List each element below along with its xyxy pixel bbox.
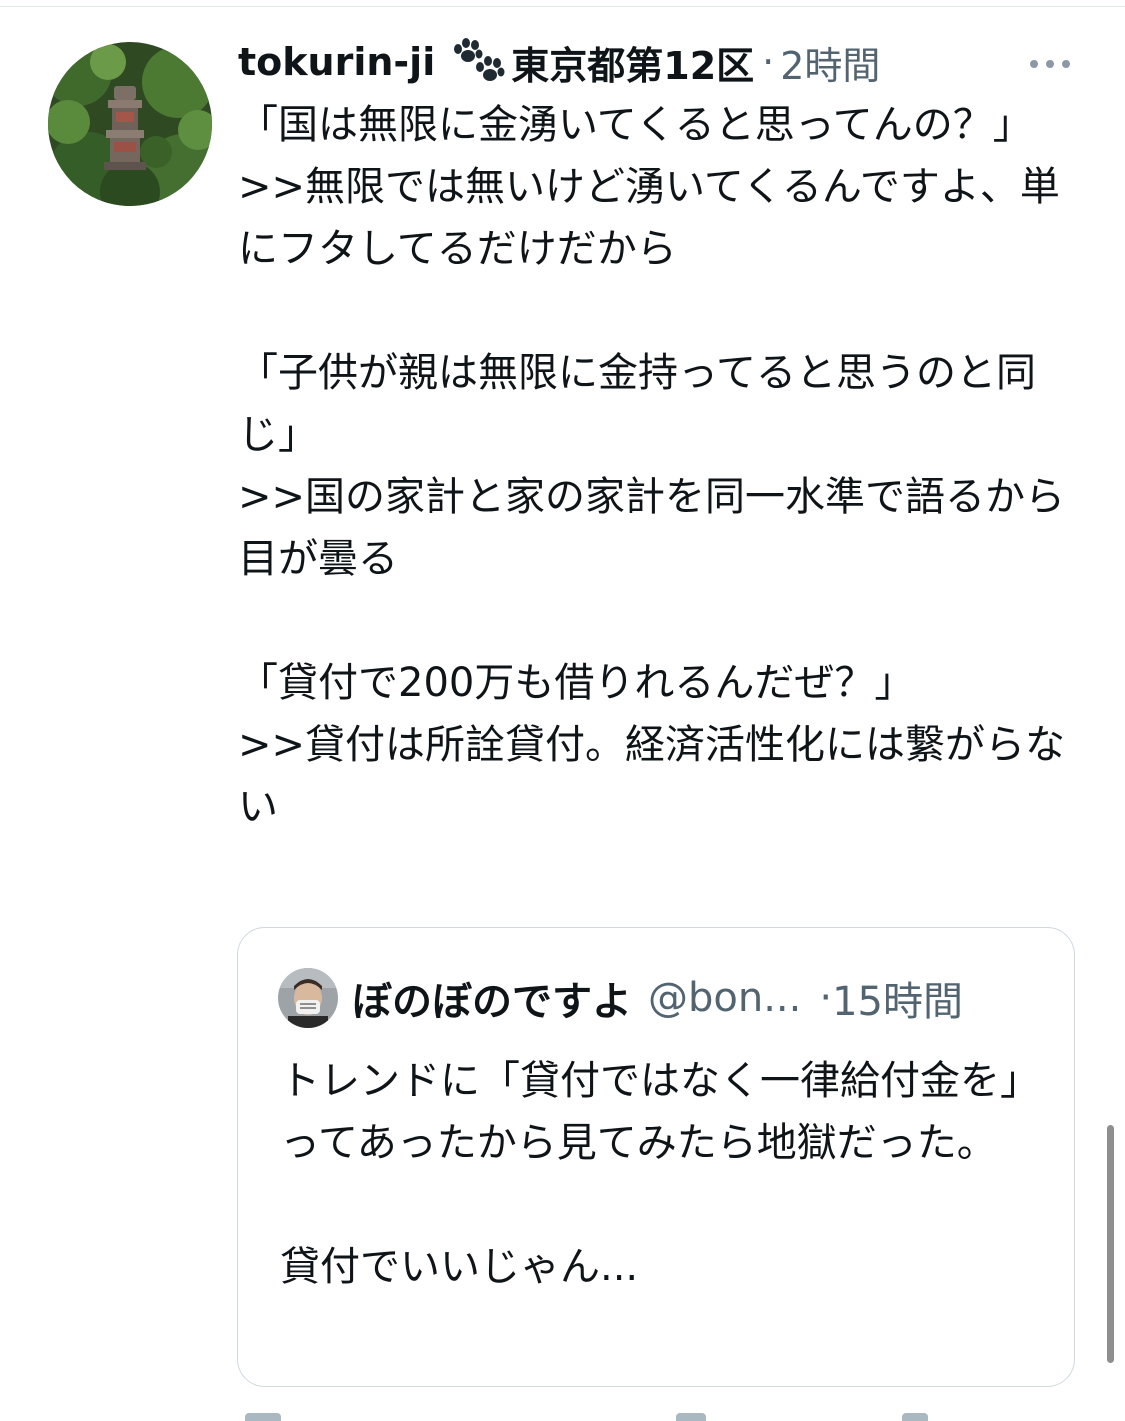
share-icon[interactable] [902, 1413, 928, 1421]
quoted-author-handle: @bon... [648, 975, 802, 1021]
tweet-header: tokurin-ji 東京都第12区 · 2時間 [238, 30, 1068, 94]
top-divider [0, 6, 1125, 7]
quoted-tweet-timestamp: 15時間 [832, 979, 963, 1025]
scrollbar-thumb[interactable] [1107, 1125, 1114, 1363]
quoted-author-display-name: ぼのぼのですよ [352, 979, 632, 1025]
author-location: 東京都第12区 [511, 43, 755, 88]
author-display-name[interactable]: tokurin-ji [238, 40, 435, 84]
tweet-separator: · [762, 40, 775, 84]
author-avatar[interactable] [48, 42, 212, 206]
quoted-tweet-separator: · [819, 975, 833, 1021]
quoted-tweet-text: トレンドに「貸付ではなく一律給付金を」ってあったから見てみたら地獄だった。 貸付… [280, 1058, 1040, 1290]
more-horizontal-icon[interactable] [1026, 52, 1074, 76]
tweet-timestamp[interactable]: 2時間 [780, 35, 880, 90]
tweet-text: 「国は無限に金湧いてくると思ってんの？」 >>無限では無いけど湧いてくるんですよ… [238, 102, 1066, 830]
quoted-tweet-header: ぼのぼのですよ @bon... · 15時間 [278, 966, 963, 1030]
paw-prints-icon [449, 37, 507, 87]
quoted-author-avatar [278, 968, 338, 1028]
quoted-tweet-card[interactable]: ぼのぼのですよ @bon... · 15時間 トレンドに「貸付ではなく一律給付金… [237, 927, 1075, 1387]
reply-icon[interactable] [245, 1413, 281, 1421]
like-icon[interactable] [676, 1413, 706, 1421]
tweet-content: tokurin-ji 東京都第12区 · 2時間 「国は無限に金湧いてくると思っ… [238, 30, 1068, 838]
